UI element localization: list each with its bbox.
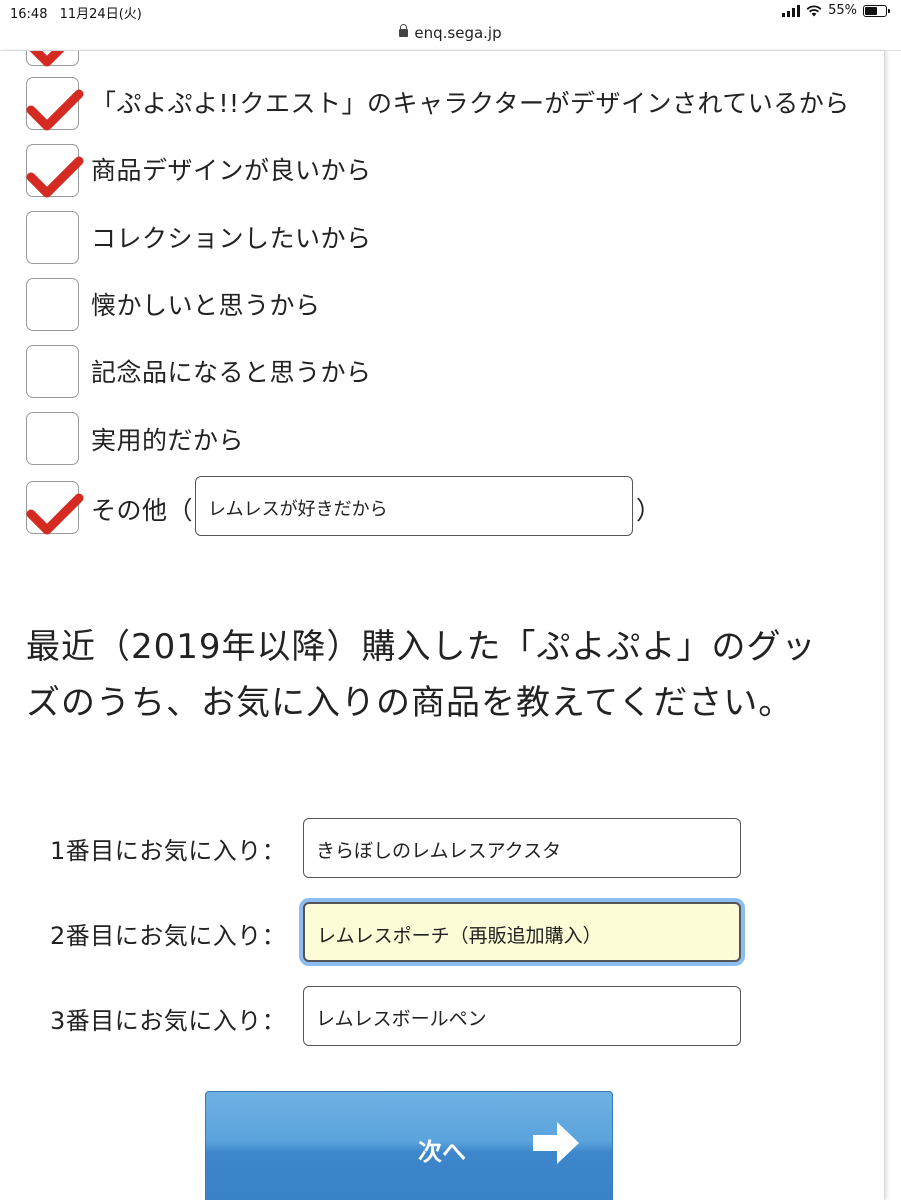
reason-label-3[interactable]: コレクションしたいから	[91, 219, 372, 255]
battery-icon	[863, 4, 890, 17]
battery-percent: 55%	[828, 3, 857, 18]
checkbox-reason-5[interactable]	[26, 345, 79, 398]
checkbox-reason-2[interactable]	[26, 144, 84, 198]
status-bar: 16:48 11月24日(火) 55%	[0, 0, 901, 24]
checkmark-icon	[26, 493, 84, 535]
checkmark-icon	[26, 89, 84, 131]
favorite-1-input[interactable]: きらぼしのレムレスアクスタ	[303, 818, 741, 878]
checkbox-reason-other[interactable]	[26, 481, 84, 535]
favorite-3-input[interactable]: レムレスボールペン	[303, 986, 741, 1046]
question-text: 最近（2019年以降）購入した「ぷよぷよ」のグッズのうち、お気に入りの商品を教え…	[26, 627, 817, 723]
checkbox-previous[interactable]	[26, 51, 79, 67]
other-reason-input[interactable]: レムレスが好きだから	[195, 476, 633, 536]
favorite-2-input[interactable]: レムレスポーチ（再販追加購入）	[303, 902, 741, 962]
status-date: 11月24日(火)	[59, 7, 142, 22]
reason-label-4[interactable]: 懐かしいと思うから	[91, 286, 321, 322]
checkmark-icon	[29, 51, 65, 67]
lock-icon	[399, 23, 409, 37]
address-bar[interactable]: enq.sega.jp	[0, 23, 901, 49]
checkmark-icon	[26, 156, 84, 198]
arrow-right-icon	[533, 1122, 579, 1164]
favorite-3-label: 3番目にお気に入り：	[50, 1007, 287, 1035]
survey-page: 「ぷよぷよ!!クエスト」のキャラクターがデザインされているから 商品デザインが良…	[0, 51, 885, 1200]
other-close-paren: ）	[636, 496, 662, 525]
url-text: enq.sega.jp	[414, 24, 502, 42]
reason-label-1[interactable]: 「ぷよぷよ!!クエスト」のキャラクターがデザインされているから	[91, 84, 850, 120]
checkbox-reason-3[interactable]	[26, 211, 79, 264]
wifi-icon	[806, 4, 822, 16]
checkbox-reason-4[interactable]	[26, 278, 79, 331]
reason-label-6[interactable]: 実用的だから	[91, 421, 244, 457]
reason-label-2[interactable]: 商品デザインが良いから	[91, 151, 372, 187]
checkbox-reason-1[interactable]	[26, 77, 84, 131]
next-button[interactable]: 次へ	[205, 1091, 613, 1200]
favorite-2-label: 2番目にお気に入り：	[50, 922, 287, 950]
reason-label-5[interactable]: 記念品になると思うから	[91, 353, 372, 389]
reason-label-other[interactable]: その他（	[91, 491, 193, 527]
cellular-signal-icon	[782, 4, 801, 17]
status-time: 16:48	[10, 7, 48, 22]
favorite-1-label: 1番目にお気に入り：	[50, 837, 287, 865]
next-button-label: 次へ	[418, 1138, 466, 1166]
checkbox-reason-6[interactable]	[26, 412, 79, 465]
